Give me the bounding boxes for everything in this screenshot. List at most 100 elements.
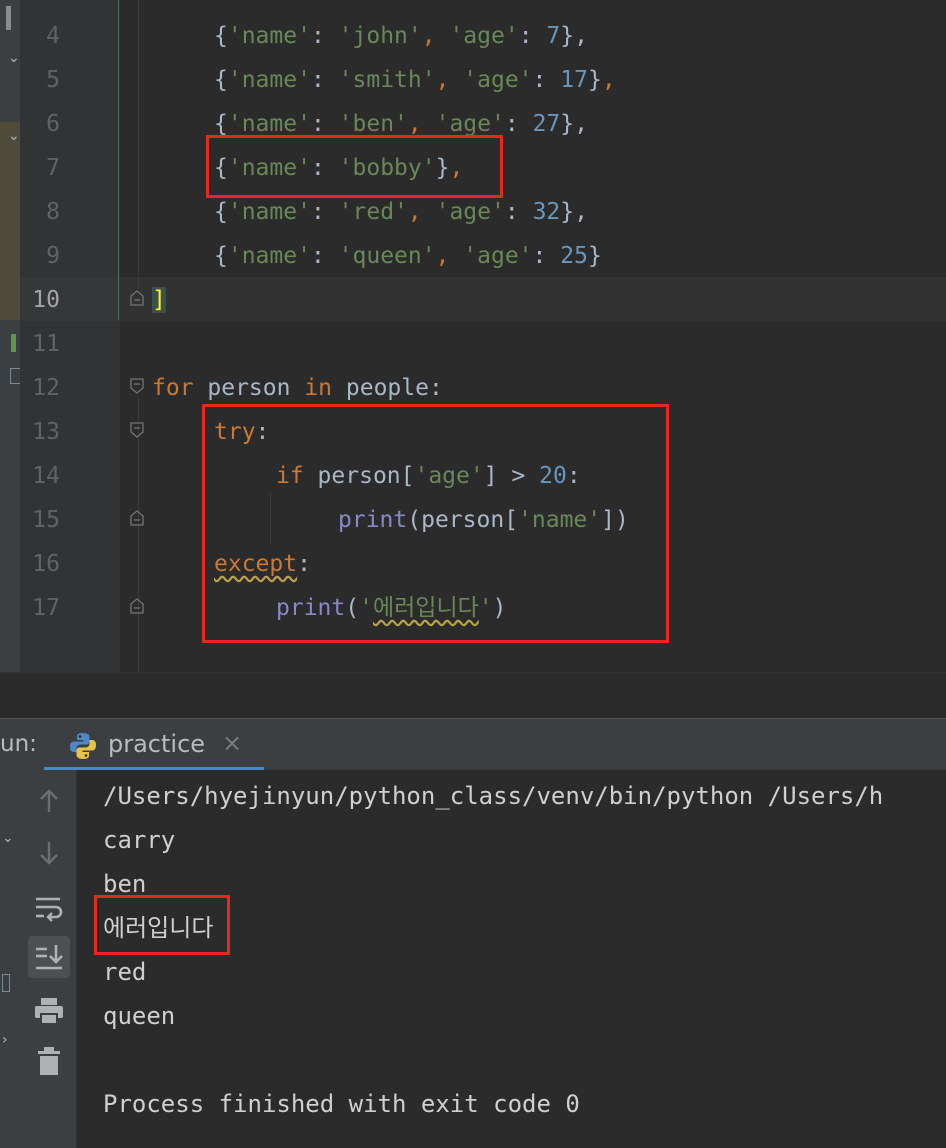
line-number: 14 <box>32 463 60 489</box>
code-token: : <box>310 23 339 49</box>
python-icon <box>70 733 96 759</box>
trash-icon[interactable] <box>32 1044 66 1078</box>
arrow-down-icon[interactable] <box>32 836 66 870</box>
strip-run-marker <box>11 334 16 352</box>
code-editor[interactable]: ⌄ ⌄ 4 5 6 7 8 9 10 11 12 13 14 15 16 17 {'name': 'joh… <box>0 0 946 718</box>
code-token: 'smith' <box>338 67 436 93</box>
line-number: 12 <box>32 375 60 401</box>
code-token: : <box>532 243 561 269</box>
scroll-to-end-button[interactable] <box>28 936 70 978</box>
code-token: 'age' <box>463 243 533 269</box>
strip-chevron-icon-2[interactable]: ⌄ <box>8 128 20 144</box>
code-token: , <box>407 111 436 137</box>
fold-start-icon[interactable] <box>130 422 144 438</box>
code-token: 25 <box>560 243 588 269</box>
code-token: 'ben' <box>338 111 408 137</box>
code-token: : <box>310 199 339 225</box>
console-output-line: carry <box>103 826 176 854</box>
indent-guide-list <box>138 0 139 290</box>
code-token: 'name' <box>227 243 311 269</box>
code-token: ] <box>152 287 166 313</box>
code-token: : <box>518 23 547 49</box>
code-token: 'age' <box>449 23 519 49</box>
code-line[interactable]: ] <box>152 278 166 322</box>
code-token: : <box>310 67 339 93</box>
code-token: 'name' <box>227 23 311 49</box>
fold-end-icon[interactable] <box>130 290 144 306</box>
line-number: 9 <box>46 243 60 269</box>
code-token: { <box>214 23 228 49</box>
strip-grid-icon[interactable] <box>2 974 10 992</box>
code-token: }, <box>560 199 588 225</box>
run-panel-header: un: practice × <box>0 718 946 771</box>
line-number: 16 <box>32 551 60 577</box>
fold-start-icon[interactable] <box>130 378 144 394</box>
strip-chevron-icon[interactable]: ⌄ <box>8 50 20 66</box>
line-number: 5 <box>46 67 60 93</box>
line-number: 17 <box>32 595 60 621</box>
line-number: 10 <box>32 287 60 313</box>
strip-chevron-icon-3[interactable]: ⌄ <box>2 830 14 846</box>
highlight-box-try-except <box>202 404 669 643</box>
console-output[interactable]: /Users/hyejinyun/python_class/venv/bin/p… <box>77 770 946 1148</box>
code-token: { <box>214 199 228 225</box>
code-line[interactable]: {'name': 'smith', 'age': 17}, <box>214 58 616 102</box>
code-token: : <box>310 111 339 137</box>
scroll-to-end-icon <box>36 945 63 970</box>
line-number: 11 <box>32 331 60 357</box>
arrow-up-icon[interactable] <box>32 784 66 818</box>
code-token: 17 <box>560 67 588 93</box>
code-token: person <box>193 375 305 401</box>
console-output-line: /Users/hyejinyun/python_class/venv/bin/p… <box>103 782 884 810</box>
code-token: in <box>304 375 333 401</box>
code-token: 32 <box>532 199 561 225</box>
code-token: 'name' <box>227 67 311 93</box>
code-token: : <box>532 67 561 93</box>
code-token: }, <box>560 111 588 137</box>
code-token: 'queen' <box>338 243 436 269</box>
strip-marker <box>6 6 11 30</box>
code-token: 27 <box>532 111 561 137</box>
code-token: : <box>504 199 533 225</box>
close-icon[interactable]: × <box>222 729 242 757</box>
code-token: for <box>152 375 194 401</box>
code-token: 'john' <box>338 23 422 49</box>
run-label: un: <box>0 731 37 757</box>
code-token: { <box>214 243 228 269</box>
code-token: }, <box>560 23 588 49</box>
code-token: : <box>504 111 533 137</box>
run-toolbar <box>20 770 77 1148</box>
strip-chevron-icon-4[interactable]: › <box>2 1032 8 1048</box>
indent-guide-for <box>138 398 139 672</box>
code-token: people: <box>332 375 443 401</box>
line-number: 6 <box>46 111 60 137</box>
highlight-box-error-output <box>94 895 230 955</box>
highlight-box-bobby <box>206 135 503 198</box>
code-token: { <box>214 67 228 93</box>
code-token: 7 <box>546 23 561 49</box>
left-tool-strip: ⌄ <box>0 0 20 718</box>
code-token: { <box>214 111 228 137</box>
run-tab-label: practice <box>108 730 206 758</box>
console-output-line: queen <box>103 1002 176 1030</box>
code-token: 'age' <box>435 111 505 137</box>
code-token: 'age' <box>435 199 505 225</box>
soft-wrap-icon[interactable] <box>32 890 66 924</box>
line-number: 4 <box>46 23 60 49</box>
print-icon[interactable] <box>32 994 66 1028</box>
code-token: : <box>310 243 339 269</box>
console-output-line: Process finished with exit code 0 <box>103 1090 580 1118</box>
run-tab-practice[interactable]: practice × <box>44 719 264 771</box>
run-left-strip: ⌄ › <box>0 770 20 1148</box>
code-token: 'name' <box>227 111 311 137</box>
left-strip-highlight: ⌄ <box>0 122 20 320</box>
code-line[interactable]: {'name': 'queen', 'age': 25} <box>214 234 602 278</box>
code-token: , <box>407 199 436 225</box>
fold-end-icon[interactable] <box>130 510 144 526</box>
line-number: 8 <box>46 199 60 225</box>
line-number: 7 <box>46 155 60 181</box>
code-token: , <box>435 67 464 93</box>
code-line[interactable]: {'name': 'john', 'age': 7}, <box>214 14 588 58</box>
fold-end-icon[interactable] <box>130 598 144 614</box>
code-token: 'age' <box>463 67 533 93</box>
